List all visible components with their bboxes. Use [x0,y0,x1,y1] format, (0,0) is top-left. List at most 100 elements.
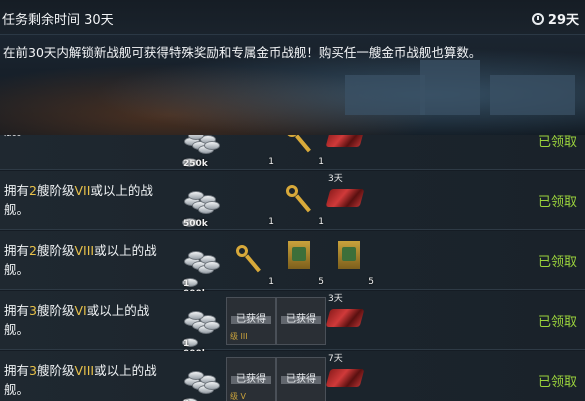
mission-row[interactable]: 舰。 250k 1 1 已领取 [0,135,585,170]
coin [204,321,220,330]
battleship-silhouette [345,75,425,115]
coin [204,261,220,270]
claimed-status: 已领取 [537,255,577,270]
desc-mid: 艘阶级 [36,243,75,258]
key-icon: 1 [276,135,324,167]
star-booster-icon: 5 [326,237,374,287]
mission-row[interactable]: 拥有2艘阶级VII或以上的战舰。 500k 1 1 3天已领取 [0,171,585,230]
ship-card-icon: 已获得级 III [226,297,276,345]
coin [188,371,204,380]
remaining-timer: 29天 [531,9,579,28]
banner-description: 在前30天内解锁新战舰可获得特殊奖励和专属金币战舰！购买任一艘金币战舰也算数。 [3,45,482,60]
silver-coins-icon: 1 000k [176,237,224,299]
key-shaft [245,254,261,273]
booster-emblem [292,247,306,261]
desc-tier: VI [74,303,87,318]
reward-quantity: 1 [318,217,324,227]
duration-tag: 3天 [328,174,343,184]
key-icon: 1 [226,237,274,287]
reward-quantity: 1 [318,157,324,167]
mission-description: 拥有2艘阶级VII或以上的战舰。 [4,181,169,219]
clock-icon [531,12,544,25]
camo-body [325,369,365,387]
camouflage-icon [325,135,374,163]
event-banner: 在前30天内解锁新战舰可获得特殊奖励和专属金币战舰！购买任一艘金币战舰也算数。 [0,35,585,135]
claimed-status: 已领取 [537,315,577,330]
coin [188,311,204,320]
ship-tier-label: 级 V [230,392,247,401]
camouflage-icon: 3天 [325,174,374,223]
desc-num: 3 [29,363,37,378]
key-shaft [295,194,311,213]
mission-description: 拥有3艘阶级VI或以上的战舰。 [4,301,169,339]
mission-description: 拥有2艘阶级VIII或以上的战舰。 [4,241,169,279]
mission-row[interactable]: 拥有3艘阶级VI或以上的战舰。1 000k已获得级 III已获得3天已领取 [0,291,585,359]
key-icon: 1 [276,177,324,227]
desc-post: 舰。 [4,135,29,138]
reward-quantity: 250k [182,158,208,169]
camo-body [325,309,365,327]
desc-pre: 拥有 [4,243,30,258]
reward-quantity: 1 000k [182,278,208,299]
desc-mid: 艘阶级 [36,363,75,378]
battleship-silhouette [490,75,575,115]
reward-list[interactable]: 舰。250k11已领取拥有2艘阶级VII或以上的战舰。500k113天已领取拥有… [0,135,585,401]
reward-quantity: 1 [268,157,274,167]
desc-mid: 艘阶级 [36,303,75,318]
coin [204,141,220,150]
mission-row[interactable]: 拥有3艘阶级VIII或以上的战舰。2 000k已获得级 V已获得7天已领取 [0,351,585,401]
key-shaft [295,135,311,153]
camouflage-icon: 7天 [325,354,374,401]
obtained-label: 已获得 [286,314,316,325]
obtained-label: 已获得 [236,314,266,325]
coin [204,201,220,210]
camo-body [325,135,365,147]
duration-tag: 7天 [328,354,343,364]
ship-card-icon: 已获得 [276,357,326,401]
reward-quantity: 1 [268,217,274,227]
camo-body [325,189,365,207]
reward-quantity: 5 [318,277,324,287]
mission-description: 舰。 [4,135,169,140]
coin [204,381,220,390]
desc-num: 3 [29,303,37,318]
silver-coins-icon: 250k [176,135,224,169]
silver-coins-icon: 500k [176,177,224,229]
top-bar: 任务剩余时间 30天 29天 [0,0,585,35]
coin [188,191,204,200]
desc-num: 2 [29,183,37,198]
silver-coins-icon: 2 000k [176,357,224,401]
desc-pre: 拥有 [4,183,30,198]
desc-tier: VII [74,183,91,198]
booster-emblem [342,247,356,261]
mission-time-title: 任务剩余时间 30天 [2,13,114,28]
obtained-label: 已获得 [236,374,266,385]
battleship-silhouette [420,60,480,115]
claimed-status: 已领取 [537,375,577,390]
camouflage-icon: 3天 [325,294,374,343]
ship-card-icon: 已获得 [276,297,326,345]
reward-quantity: 500k [182,218,208,229]
reward-quantity: 5 [368,277,374,287]
obtained-label: 已获得 [286,374,316,385]
claimed-status: 已领取 [537,135,577,150]
ship-tier-label: 级 III [230,332,248,341]
desc-num: 2 [29,243,37,258]
desc-mid: 艘阶级 [36,183,75,198]
coin [188,251,204,260]
desc-pre: 拥有 [4,363,30,378]
mission-description: 拥有3艘阶级VIII或以上的战舰。 [4,361,169,399]
supply-container-icon: 1 [226,135,274,167]
desc-tier: VIII [74,363,95,378]
reward-quantity: 1 [268,277,274,287]
silver-coins-icon: 1 000k [176,297,224,359]
reward-quantity: 1 000k [182,338,208,359]
desc-pre: 拥有 [4,303,30,318]
supply-container-icon: 1 [226,177,274,227]
claimed-status: 已领取 [537,195,577,210]
booster-icon: 5 [276,237,324,287]
duration-tag: 3天 [328,294,343,304]
desc-tier: VIII [74,243,95,258]
ship-card-icon: 已获得级 V [226,357,276,401]
mission-row[interactable]: 拥有2艘阶级VIII或以上的战舰。 1 000k 1 5 5 已领取 [0,231,585,299]
